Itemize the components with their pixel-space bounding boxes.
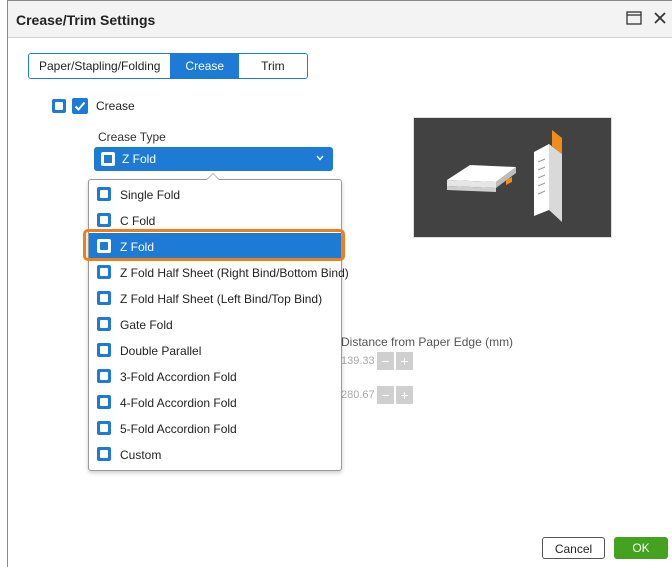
z-fold-icon — [101, 152, 115, 166]
option-label: 3-Fold Accordion Fold — [120, 370, 237, 384]
option-label: Z Fold Half Sheet (Left Bind/Top Bind) — [120, 292, 323, 306]
tab-crease[interactable]: Crease — [171, 54, 240, 78]
crease-option: Crease — [52, 97, 135, 115]
option-single-fold[interactable]: Single Fold — [89, 181, 341, 207]
option-z-fold-half-left[interactable]: Z Fold Half Sheet (Left Bind/Top Bind) — [89, 285, 341, 311]
crease-type-selected: Z Fold — [122, 152, 157, 166]
crease-type-label: Crease Type — [98, 130, 166, 144]
crease-icon — [52, 99, 66, 113]
accordion-fold-icon — [97, 395, 111, 409]
chevron-down-icon — [315, 151, 325, 168]
check-icon — [74, 101, 86, 111]
z-fold-icon — [97, 239, 111, 253]
double-parallel-icon — [97, 343, 111, 357]
option-label: Double Parallel — [120, 344, 202, 358]
distance-label: Distance from Paper Edge (mm) — [341, 335, 514, 349]
crease-type-dropdown: Single Fold C Fold Z Fold Z Fold Half Sh… — [88, 179, 349, 471]
option-label: Gate Fold — [120, 318, 173, 332]
c-fold-icon — [97, 213, 111, 227]
increment-button[interactable]: + — [396, 386, 413, 404]
z-fold-half-sheet-icon — [97, 265, 111, 279]
option-label: C Fold — [120, 214, 156, 228]
title-bar: Crease/Trim Settings — [8, 1, 672, 38]
distance-row-2: 280.67 − + — [341, 385, 413, 405]
option-label: Z Fold — [120, 240, 155, 254]
z-fold-half-sheet-icon — [97, 291, 111, 305]
option-c-fold[interactable]: C Fold — [89, 207, 341, 233]
option-z-fold[interactable]: Z Fold — [89, 233, 341, 259]
distance-value-1[interactable]: 139.33 — [341, 355, 375, 367]
fold-preview-image — [413, 117, 612, 238]
settings-tabs: Paper/Stapling/Folding Crease Trim — [28, 53, 308, 79]
option-label: 4-Fold Accordion Fold — [120, 396, 237, 410]
cancel-button[interactable]: Cancel — [542, 537, 605, 559]
distance-value-2[interactable]: 280.67 — [341, 389, 375, 401]
option-double-parallel[interactable]: Double Parallel — [89, 337, 341, 363]
z-fold-illustration — [447, 130, 562, 222]
ok-button[interactable]: OK — [614, 537, 668, 559]
restore-icon[interactable] — [625, 9, 643, 27]
option-custom[interactable]: Custom — [89, 441, 341, 467]
option-4-fold-accordion[interactable]: 4-Fold Accordion Fold — [89, 389, 341, 415]
option-5-fold-accordion[interactable]: 5-Fold Accordion Fold — [89, 415, 341, 441]
decrement-button[interactable]: − — [377, 352, 394, 370]
accordion-fold-icon — [97, 369, 111, 383]
distance-row-1: 139.33 − + — [341, 351, 413, 371]
tab-trim[interactable]: Trim — [239, 54, 307, 78]
close-icon[interactable] — [651, 9, 669, 27]
increment-button[interactable]: + — [396, 352, 413, 370]
option-label: Custom — [120, 448, 162, 462]
crease-checkbox[interactable] — [72, 98, 88, 114]
dialog-title: Crease/Trim Settings — [16, 12, 156, 28]
gate-fold-icon — [97, 317, 111, 331]
crease-type-select[interactable]: Z Fold — [94, 147, 333, 171]
option-label: Z Fold Half Sheet (Right Bind/Bottom Bin… — [120, 266, 349, 280]
custom-fold-icon — [97, 447, 111, 461]
option-gate-fold[interactable]: Gate Fold — [89, 311, 341, 337]
tab-paper-stapling-folding[interactable]: Paper/Stapling/Folding — [29, 54, 172, 78]
crease-label: Crease — [96, 99, 135, 113]
decrement-button[interactable]: − — [377, 386, 394, 404]
option-z-fold-half-right[interactable]: Z Fold Half Sheet (Right Bind/Bottom Bin… — [89, 259, 349, 285]
accordion-fold-icon — [97, 421, 111, 435]
single-fold-icon — [97, 187, 111, 201]
option-3-fold-accordion[interactable]: 3-Fold Accordion Fold — [89, 363, 341, 389]
option-label: 5-Fold Accordion Fold — [120, 422, 237, 436]
dropdown-pointer-inner — [207, 174, 219, 180]
crease-trim-dialog: Crease/Trim Settings Paper/Stapling/Fold… — [7, 0, 672, 567]
option-label: Single Fold — [120, 188, 181, 202]
